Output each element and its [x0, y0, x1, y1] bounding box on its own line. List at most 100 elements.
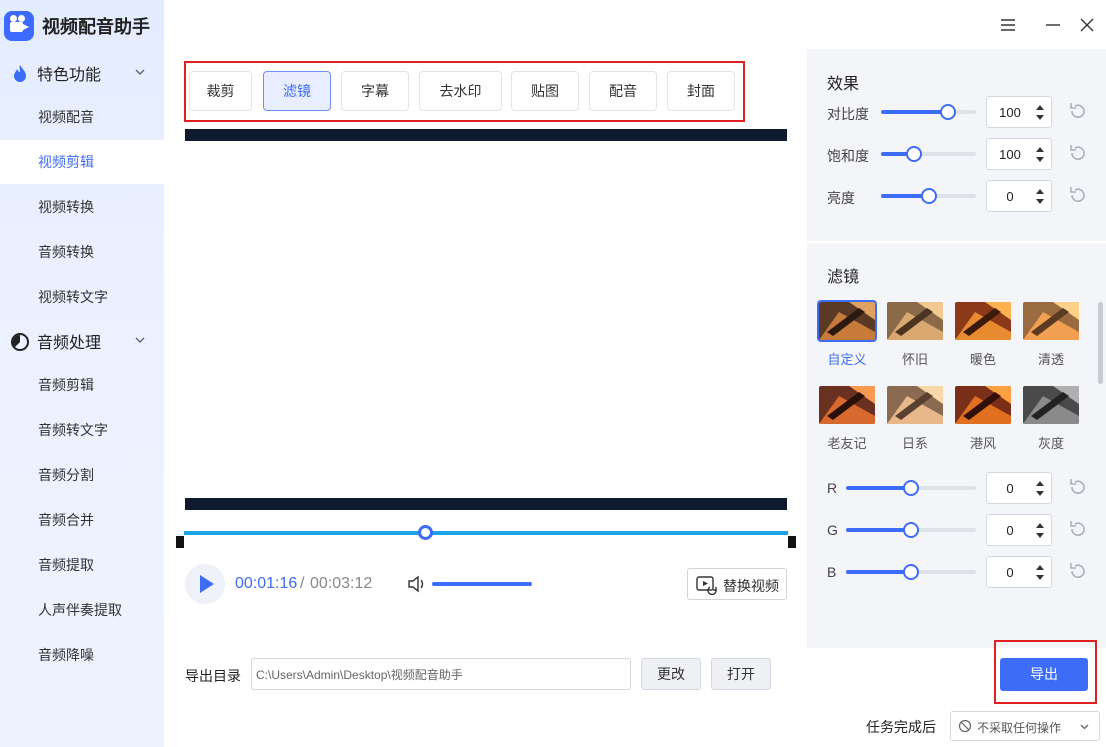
change-dir-button[interactable]: 更改 [641, 658, 701, 690]
filters-title: 滤镜 [827, 269, 860, 286]
video-preview[interactable] [185, 129, 787, 510]
filter-name: 自定义 [827, 352, 867, 367]
brightness-slider-thumb[interactable] [920, 188, 937, 204]
reset-icon[interactable] [1067, 518, 1089, 540]
sidebar-item-audio-editing[interactable]: 音频剪辑 [0, 363, 164, 407]
contrast-input[interactable] [987, 97, 1033, 127]
contrast-slider-thumb[interactable] [939, 104, 956, 120]
close-icon[interactable] [1076, 14, 1098, 36]
contrast-slider[interactable] [881, 104, 976, 120]
contrast-decrement[interactable] [1036, 115, 1044, 120]
sidebar-item-vocal-separation[interactable]: 人声伴奏提取 [0, 588, 164, 632]
panel-scrollbar[interactable] [1098, 302, 1103, 384]
timeline-end-handle[interactable] [788, 536, 796, 548]
timeline-playhead[interactable] [417, 525, 433, 540]
reset-icon[interactable] [1067, 476, 1089, 498]
green-stepper[interactable] [986, 514, 1052, 546]
sidebar: 视频配音助手 特色功能 视频配音 视频剪辑 视频转换 音频转换 视频转文字 音频… [0, 0, 164, 747]
volume-icon[interactable] [407, 575, 427, 593]
tab-dubbing[interactable]: 配音 [589, 71, 657, 111]
timeline-start-handle[interactable] [176, 536, 184, 548]
tab-watermark-removal[interactable]: 去水印 [419, 71, 502, 111]
green-label: G [827, 522, 838, 538]
filter-hongkong-thumbnail [955, 386, 1011, 424]
red-input[interactable] [987, 473, 1033, 503]
filter-warm[interactable]: 暖色 [955, 302, 1011, 368]
green-decrement[interactable] [1036, 533, 1044, 538]
green-increment[interactable] [1036, 523, 1044, 528]
green-input[interactable] [987, 515, 1033, 545]
reset-icon[interactable] [1067, 100, 1089, 122]
replace-video-button[interactable]: 替换视频 [687, 568, 787, 600]
nav-group-audio[interactable]: 音频处理 [0, 321, 164, 361]
play-button[interactable] [185, 564, 225, 604]
blue-increment[interactable] [1036, 565, 1044, 570]
blue-slider-thumb[interactable] [903, 564, 919, 580]
saturation-input[interactable] [987, 139, 1033, 169]
sidebar-item-audio-merge[interactable]: 音频合并 [0, 498, 164, 542]
red-decrement[interactable] [1036, 491, 1044, 496]
contrast-increment[interactable] [1036, 105, 1044, 110]
saturation-increment[interactable] [1036, 147, 1044, 152]
red-slider[interactable] [846, 480, 976, 496]
sidebar-item-audio-to-text[interactable]: 音频转文字 [0, 408, 164, 452]
saturation-decrement[interactable] [1036, 157, 1044, 162]
saturation-slider[interactable] [881, 146, 976, 162]
filter-custom[interactable]: 自定义 [817, 300, 877, 368]
filter-clear[interactable]: 清透 [1023, 302, 1079, 368]
sidebar-item-video-to-text[interactable]: 视频转文字 [0, 275, 164, 319]
tab-subtitle[interactable]: 字幕 [341, 71, 409, 111]
red-label: R [827, 480, 838, 496]
reset-icon[interactable] [1067, 560, 1089, 582]
brightness-slider[interactable] [881, 188, 976, 204]
brightness-increment[interactable] [1036, 189, 1044, 194]
sidebar-item-video-convert[interactable]: 视频转换 [0, 185, 164, 229]
timeline[interactable] [176, 522, 796, 550]
brightness-decrement[interactable] [1036, 199, 1044, 204]
brightness-stepper[interactable] [986, 180, 1052, 212]
filter-hongkong[interactable]: 港风 [955, 386, 1011, 452]
blue-stepper[interactable] [986, 556, 1052, 588]
blue-slider[interactable] [846, 564, 976, 580]
filter-grayscale[interactable]: 灰度 [1023, 386, 1079, 452]
red-stepper[interactable] [986, 472, 1052, 504]
sidebar-item-audio-convert[interactable]: 音频转换 [0, 230, 164, 274]
export-path-input[interactable] [251, 658, 631, 690]
sidebar-item-video-dubbing[interactable]: 视频配音 [0, 95, 164, 139]
sidebar-item-audio-split[interactable]: 音频分割 [0, 453, 164, 497]
filter-name: 日系 [901, 436, 928, 451]
nav-group-label: 音频处理 [37, 335, 102, 352]
tab-filter[interactable]: 滤镜 [263, 71, 331, 111]
sidebar-item-noise-reduction[interactable]: 音频降噪 [0, 633, 164, 677]
red-slider-thumb[interactable] [903, 480, 919, 496]
contrast-stepper[interactable] [986, 96, 1052, 128]
brightness-input[interactable] [987, 181, 1033, 211]
volume-slider[interactable] [432, 582, 532, 586]
timeline-track[interactable] [184, 531, 788, 535]
tab-sticker[interactable]: 贴图 [511, 71, 579, 111]
after-task-label: 任务完成后 [866, 719, 936, 735]
filter-name: 港风 [969, 436, 996, 451]
minimize-icon[interactable] [1042, 14, 1064, 36]
green-slider[interactable] [846, 522, 976, 538]
red-slider-fill [846, 486, 911, 490]
blue-decrement[interactable] [1036, 575, 1044, 580]
sidebar-item-video-editing[interactable]: 视频剪辑 [0, 140, 164, 184]
reset-icon[interactable] [1067, 184, 1089, 206]
saturation-stepper[interactable] [986, 138, 1052, 170]
tab-cover[interactable]: 封面 [667, 71, 735, 111]
tab-crop[interactable]: 裁剪 [189, 71, 252, 111]
sidebar-item-audio-extract[interactable]: 音频提取 [0, 543, 164, 587]
red-increment[interactable] [1036, 481, 1044, 486]
green-slider-thumb[interactable] [903, 522, 919, 538]
after-task-select[interactable]: 不采取任何操作 [950, 711, 1100, 741]
open-dir-button[interactable]: 打开 [711, 658, 771, 690]
reset-icon[interactable] [1067, 142, 1089, 164]
nav-group-features[interactable]: 特色功能 [0, 53, 164, 93]
export-button[interactable]: 导出 [1000, 658, 1088, 691]
filter-friends[interactable]: 老友记 [819, 386, 875, 452]
menu-icon[interactable] [997, 14, 1019, 36]
blue-input[interactable] [987, 557, 1033, 587]
filter-japanese[interactable]: 日系 [887, 386, 943, 452]
filter-nostalgia[interactable]: 怀旧 [887, 302, 943, 368]
